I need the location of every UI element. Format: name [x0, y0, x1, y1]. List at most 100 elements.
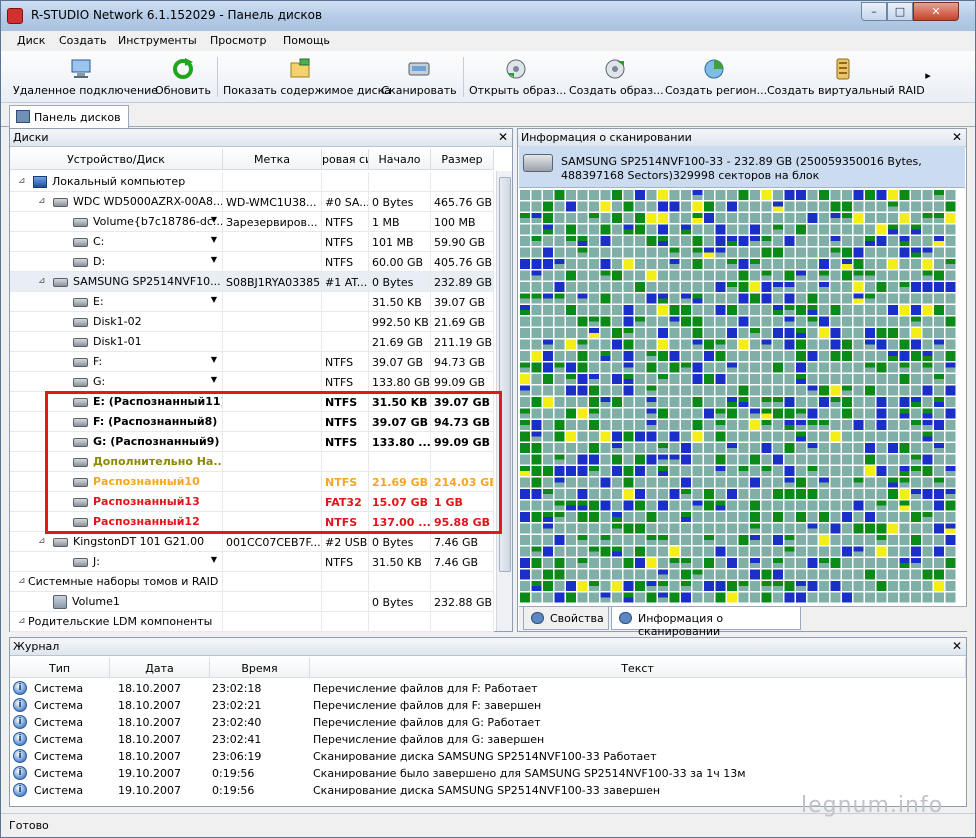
journal-row[interactable]: i Система 18.10.2007 23:02:40 Перечисление ф… — [10, 714, 962, 731]
disk-tree-row[interactable]: F: ▼ NTFS 39.07 GB 94.73 GB — [10, 352, 504, 372]
scan-block — [922, 489, 933, 499]
scan-block — [819, 581, 829, 591]
disk-tree-row[interactable]: ⊿ Системные наборы томов и RAID — [10, 572, 504, 592]
disk-start-value: 21.69 GB — [372, 336, 424, 349]
remote-connection-button[interactable]: Удаленное подключение — [13, 55, 158, 101]
scan-block-part — [531, 236, 542, 241]
disk-tree-row[interactable]: ⊿ Родительские LDM компоненты — [10, 612, 504, 632]
scan-block — [715, 443, 726, 453]
scan-block — [888, 305, 898, 315]
scan-block — [784, 224, 795, 235]
disk-cell-fs: NTFS — [322, 352, 369, 372]
scan-block — [842, 328, 852, 338]
journal-row[interactable]: i Система 18.10.2007 23:02:18 Перечисление ф… — [10, 680, 962, 697]
column-header-fs[interactable]: ровая си — [322, 149, 369, 170]
scan-block — [520, 443, 530, 453]
scan-block — [589, 569, 599, 580]
refresh-button[interactable]: Обновить — [153, 55, 213, 101]
scan-block — [807, 408, 818, 419]
scan-block — [888, 408, 898, 419]
journal-row[interactable]: i Система 18.10.2007 23:02:21 Перечисление ф… — [10, 697, 962, 714]
disk-tree-row[interactable]: C: ▼ NTFS 101 MB 59.90 GB — [10, 232, 504, 252]
menu-help[interactable]: Помощь — [283, 34, 330, 47]
expand-arrow-icon[interactable]: ⊿ — [18, 176, 26, 186]
disk-tree-row[interactable]: E: ▼ 31.50 KB 39.07 GB — [10, 292, 504, 312]
column-header-label[interactable]: Метка — [223, 149, 322, 170]
tab-disk-panel[interactable]: Панель дисков — [9, 105, 129, 128]
journal-col-text[interactable]: Текст — [310, 658, 966, 678]
journal-col-time[interactable]: Время — [210, 658, 310, 678]
journal-row[interactable]: i Система 18.10.2007 23:06:19 Сканирование д… — [10, 748, 962, 765]
disk-tree-row[interactable]: ⊿ SAMSUNG SP2514NVF10... S08BJ1RYA03385 #1 … — [10, 272, 504, 292]
journal-row[interactable]: i Система 18.10.2007 23:02:41 Перечисление ф… — [10, 731, 962, 748]
column-header-device[interactable]: Устройство/Диск — [10, 149, 223, 170]
create-virtual-raid-button[interactable]: Создать виртуальный RAID — [767, 55, 925, 101]
scan-block — [750, 305, 760, 315]
scan-block — [543, 362, 553, 373]
column-header-size[interactable]: Размер — [431, 149, 494, 170]
scan-button[interactable]: Сканировать — [381, 55, 457, 101]
dropdown-arrow-icon[interactable]: ▼ — [211, 555, 217, 564]
tab-properties[interactable]: Свойства — [523, 607, 609, 630]
scan-block — [646, 282, 657, 292]
menu-create[interactable]: Создать — [59, 34, 107, 47]
disk-tree-row[interactable]: ⊿ Локальный компьютер — [10, 172, 504, 192]
menu-view[interactable]: Просмотр — [210, 34, 266, 47]
expand-arrow-icon[interactable]: ⊿ — [38, 196, 46, 206]
journal-col-date[interactable]: Дата — [110, 658, 210, 678]
disk-tree-row[interactable]: Volume1 0 Bytes 232.88 GB — [10, 592, 504, 612]
menu-disk[interactable]: Диск — [17, 34, 45, 47]
disk-tree-row[interactable]: Disk1-02 992.50 KB 21.69 GB — [10, 312, 504, 332]
scan-panel-close-icon[interactable]: ✕ — [952, 130, 962, 144]
disk-size-value: 211.19 GB — [434, 336, 493, 349]
dropdown-arrow-icon[interactable]: ▼ — [211, 255, 217, 264]
scan-block — [543, 351, 553, 361]
expand-arrow-icon[interactable]: ⊿ — [38, 536, 46, 546]
dropdown-arrow-icon[interactable]: ▼ — [211, 235, 217, 244]
journal-col-type[interactable]: Тип — [10, 658, 110, 678]
disk-tree-row[interactable]: J: ▼ NTFS 31.50 KB 7.46 GB — [10, 552, 504, 572]
scan-block — [715, 362, 726, 373]
scan-block — [554, 247, 565, 258]
disk-tree-row[interactable]: G: ▼ NTFS 133.80 GB 99.09 GB — [10, 372, 504, 392]
disk-tree-row[interactable]: ⊿ WDC WD5000AZRX-00A8... WD-WMC1U38... #0 S… — [10, 192, 504, 212]
scan-block — [646, 316, 657, 327]
tab-scan-info[interactable]: Информация о сканировании — [611, 607, 801, 638]
column-header-size-label: Размер — [441, 153, 483, 166]
scan-block — [520, 201, 530, 212]
scan-block — [646, 512, 657, 522]
disk-tree-row[interactable]: D: ▼ NTFS 60.00 GB 405.76 GB — [10, 252, 504, 272]
show-disk-contents-button[interactable]: Показать содержимое диска — [223, 55, 391, 101]
expand-arrow-icon[interactable]: ⊿ — [38, 276, 46, 286]
column-header-start[interactable]: Начало — [369, 149, 431, 170]
scan-block-part — [589, 316, 599, 322]
disk-tree-row[interactable]: ⊿ KingstonDT 101 G21.00 001CC07CEB7F... #2 … — [10, 532, 504, 552]
expand-arrow-icon[interactable]: ⊿ — [18, 576, 26, 586]
dropdown-arrow-icon[interactable]: ▼ — [211, 295, 217, 304]
disk-tree-row[interactable]: Volume{b7c18786-dc... ▼ Зарезервиров... NTF… — [10, 212, 504, 232]
scan-block — [612, 489, 622, 499]
scan-block-part — [842, 385, 852, 391]
journal-row[interactable]: i Система 19.10.2007 0:19:56 Сканирование бы… — [10, 765, 962, 782]
dropdown-arrow-icon[interactable]: ▼ — [211, 215, 217, 224]
scan-block-part — [612, 443, 622, 448]
scan-block-part — [577, 558, 588, 563]
minimize-button[interactable]: – — [861, 2, 887, 21]
disk-icon — [73, 317, 88, 327]
dropdown-arrow-icon[interactable]: ▼ — [211, 355, 217, 364]
scan-block — [635, 385, 645, 396]
expand-arrow-icon[interactable]: ⊿ — [18, 616, 26, 626]
journal-close-icon[interactable]: ✕ — [952, 639, 962, 653]
scan-block-part — [899, 466, 910, 471]
maximize-button[interactable]: □ — [887, 2, 913, 21]
scan-block — [945, 247, 956, 258]
title-bar[interactable]: R-STUDIO Network 6.1.152029 - Панель дис… — [1, 1, 975, 31]
create-image-button[interactable]: Создать образ... — [569, 55, 664, 101]
dropdown-arrow-icon[interactable]: ▼ — [211, 375, 217, 384]
create-region-button[interactable]: Создать регион... — [665, 55, 767, 101]
menu-tools[interactable]: Инструменты — [118, 34, 197, 47]
open-image-button[interactable]: Открыть образ... — [469, 55, 566, 101]
disk-tree-row[interactable]: Disk1-01 21.69 GB 211.19 GB — [10, 332, 504, 352]
close-button[interactable]: ✕ — [913, 2, 959, 21]
disks-panel-close-icon[interactable]: ✕ — [498, 130, 508, 144]
